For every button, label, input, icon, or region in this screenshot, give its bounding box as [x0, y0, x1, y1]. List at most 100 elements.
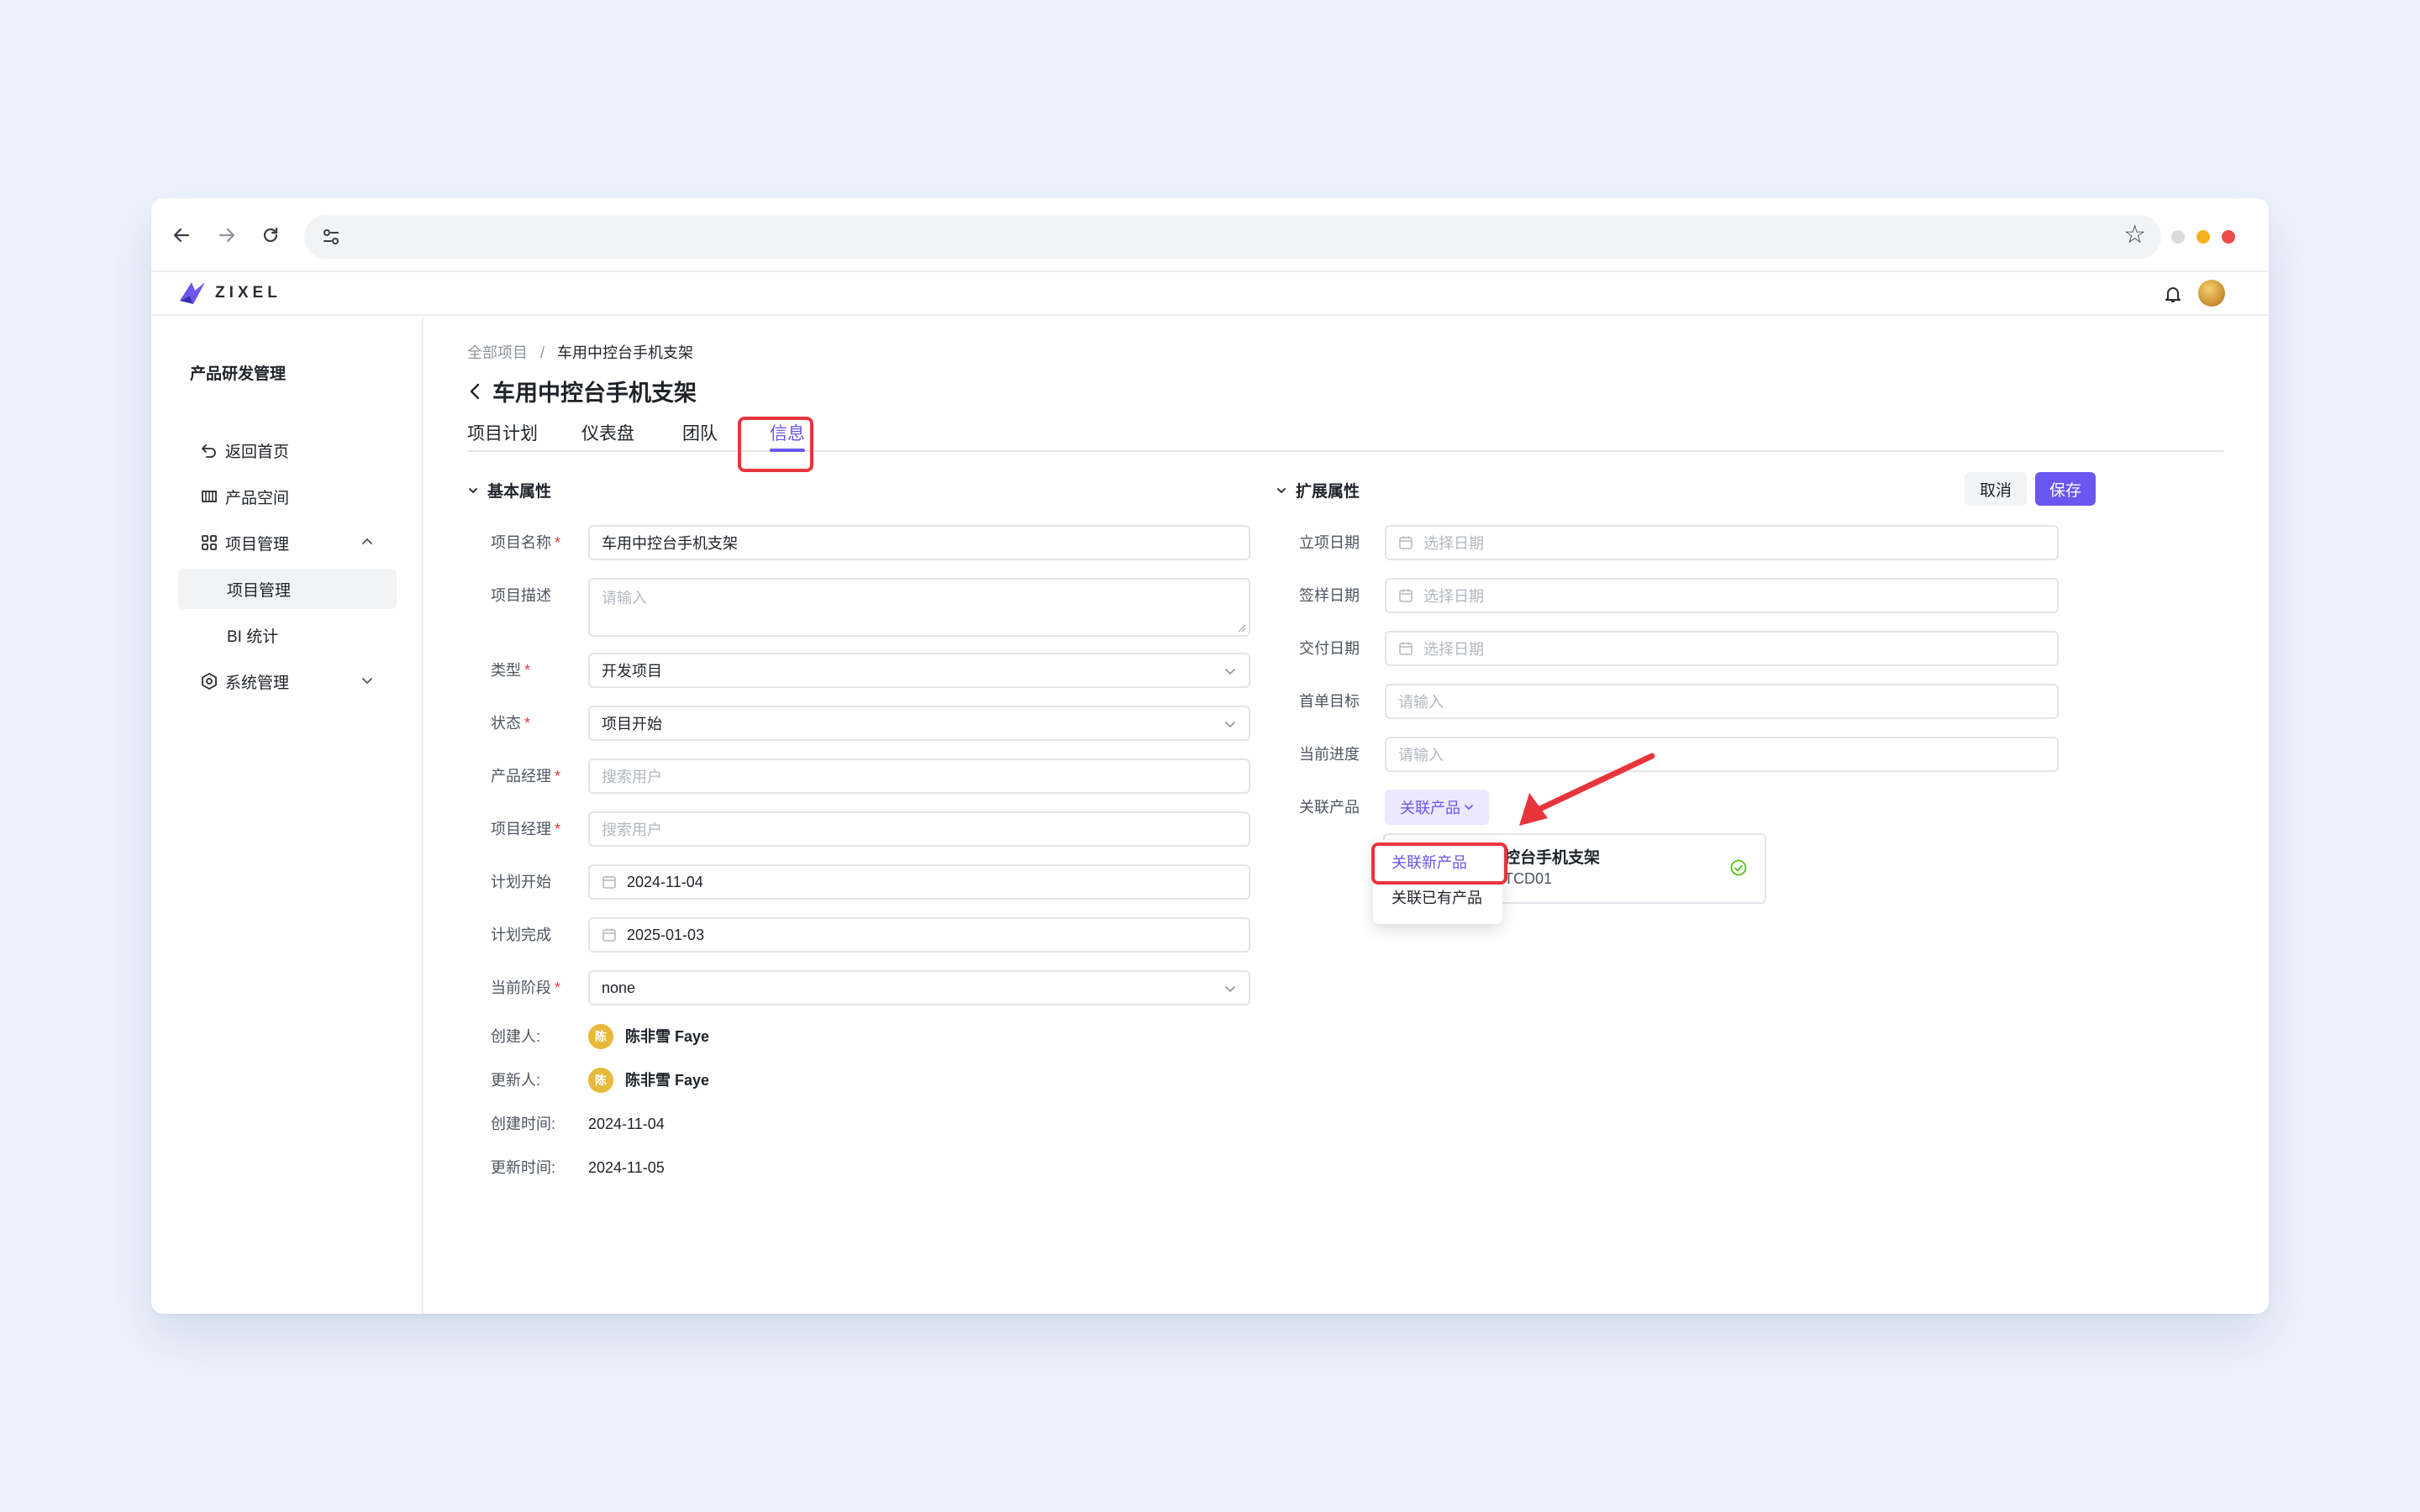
- calendar-icon: [602, 875, 616, 889]
- first-target-label: 首单目标: [1299, 693, 1360, 710]
- browser-window: ☆ ZIXEL 产品研发管理 返回首页 产品空间 项目管理 项目管理 BI 统计…: [151, 198, 2269, 1314]
- sidebar-item-label: 产品空间: [225, 489, 290, 507]
- setup-date-input[interactable]: 选择日期: [1385, 525, 2059, 560]
- window-dot-maximize[interactable]: [2196, 230, 2210, 244]
- chevron-down-icon: [1225, 669, 1235, 675]
- sign-date-input[interactable]: 选择日期: [1385, 578, 2059, 613]
- calendar-icon: [1399, 589, 1413, 602]
- window-dot-close[interactable]: [2222, 230, 2235, 244]
- plan-end-date-input[interactable]: 2025-01-03: [588, 917, 1250, 953]
- sidebar-item-label: BI 统计: [227, 627, 279, 646]
- bookmark-star-icon[interactable]: ☆: [2123, 220, 2146, 249]
- label-text: 计划开始: [491, 874, 551, 890]
- product-space-icon: [202, 491, 217, 502]
- current-progress-input[interactable]: 请输入: [1385, 737, 2059, 772]
- grid-icon: [202, 535, 217, 550]
- arrow-right-icon: [218, 228, 235, 243]
- plan-start-date-input[interactable]: 2024-11-04: [588, 864, 1250, 900]
- input-placeholder: 搜索用户: [602, 769, 662, 785]
- tab-dashboard[interactable]: 仪表盘: [581, 420, 634, 445]
- deliver-date-label: 交付日期: [1299, 640, 1360, 657]
- address-bar[interactable]: ☆: [304, 215, 2161, 259]
- creator-label: 创建人:: [491, 1028, 541, 1045]
- app-header: ZIXEL: [151, 272, 2269, 316]
- sidebar-item-label: 系统管理: [225, 674, 290, 692]
- tab-team[interactable]: 团队: [682, 420, 718, 445]
- input-placeholder: 选择日期: [1423, 588, 1484, 605]
- chevron-down-icon: [1465, 805, 1473, 811]
- sidebar-title: 产品研发管理: [190, 365, 287, 383]
- sidebar: 产品研发管理 返回首页 产品空间 项目管理 项目管理 BI 统计 系统管理: [151, 318, 424, 1314]
- project-manager-input[interactable]: 搜索用户: [588, 811, 1250, 847]
- basic-section-header[interactable]: 基本属性: [467, 479, 551, 501]
- product-manager-input[interactable]: 搜索用户: [588, 759, 1250, 794]
- breadcrumb-root[interactable]: 全部项目: [467, 344, 528, 361]
- app-logo[interactable]: ZIXEL: [176, 279, 281, 307]
- bell-icon[interactable]: [2161, 282, 2185, 306]
- window-dot-minimize[interactable]: [2171, 230, 2185, 244]
- first-target-input[interactable]: 请输入: [1385, 684, 2059, 719]
- project-desc-label: 项目描述: [491, 578, 551, 613]
- plan-start-label: 计划开始: [491, 864, 551, 900]
- calendar-icon: [1399, 536, 1413, 549]
- required-mark: *: [524, 715, 531, 732]
- related-product-button-label: 关联产品: [1400, 800, 1460, 816]
- arrow-left-icon: [173, 228, 190, 243]
- back-button[interactable]: [163, 217, 200, 254]
- deliver-date-input[interactable]: 选择日期: [1385, 631, 2059, 666]
- updater-value: 陈 陈非雪 Faye: [588, 1063, 709, 1098]
- site-settings-icon[interactable]: [318, 223, 345, 250]
- cancel-button[interactable]: 取消: [1965, 472, 2027, 506]
- sidebar-item-home[interactable]: 返回首页: [178, 430, 397, 470]
- extended-section-title: 扩展属性: [1296, 483, 1360, 501]
- user-avatar[interactable]: [2198, 280, 2225, 307]
- browser-toolbar: ☆: [151, 198, 2269, 272]
- type-label: 类型 *: [491, 653, 530, 688]
- chevron-down-icon: [1277, 487, 1286, 493]
- required-mark: *: [524, 662, 531, 679]
- chevron-up-icon: [362, 538, 372, 544]
- settings-icon: [202, 673, 217, 690]
- type-select[interactable]: 开发项目: [588, 653, 1250, 688]
- sidebar-subitem-project-mgmt[interactable]: 项目管理: [178, 569, 397, 609]
- tab-project-plan[interactable]: 项目计划: [467, 420, 538, 445]
- extended-section-header[interactable]: 扩展属性: [1276, 479, 1360, 501]
- input-value: 2024-11-04: [627, 873, 703, 890]
- required-mark: *: [555, 534, 561, 551]
- back-chevron-icon[interactable]: [467, 381, 484, 402]
- select-value: none: [602, 979, 636, 996]
- menu-item-link-existing-product[interactable]: 关联已有产品: [1373, 880, 1502, 916]
- updated-time-label: 更新时间:: [491, 1159, 556, 1176]
- sidebar-item-project-mgmt[interactable]: 项目管理: [178, 522, 397, 563]
- creator-value: 陈 陈非雪 Faye: [588, 1019, 709, 1054]
- label-text: 类型: [491, 662, 521, 679]
- reload-button[interactable]: [252, 217, 289, 254]
- project-name-input[interactable]: 车用中控台手机支架: [588, 525, 1250, 560]
- label-text: 产品经理: [491, 768, 551, 785]
- avatar: 陈: [588, 1068, 613, 1093]
- basic-section-title: 基本属性: [487, 483, 552, 501]
- sidebar-item-label: 项目管理: [225, 535, 290, 554]
- select-value: 项目开始: [602, 716, 662, 732]
- resize-grip-icon[interactable]: [1236, 622, 1246, 633]
- menu-highlight-box: [1371, 843, 1507, 885]
- zixel-logo-icon: [180, 282, 205, 304]
- select-value: 开发项目: [602, 663, 662, 680]
- updater-label: 更新人:: [491, 1072, 541, 1089]
- status-label: 状态 *: [491, 706, 530, 741]
- status-select[interactable]: 项目开始: [588, 706, 1250, 741]
- sidebar-item-system-mgmt[interactable]: 系统管理: [178, 661, 397, 701]
- forward-button[interactable]: [208, 217, 245, 254]
- sidebar-subitem-bi-stats[interactable]: BI 统计: [178, 615, 397, 655]
- sidebar-item-product-space[interactable]: 产品空间: [178, 476, 397, 517]
- calendar-icon: [602, 928, 616, 942]
- breadcrumb-separator: /: [540, 344, 545, 361]
- project-desc-textarea[interactable]: 请输入: [588, 578, 1250, 637]
- related-product-button[interactable]: 关联产品: [1385, 790, 1489, 825]
- created-time-value: 2024-11-04: [588, 1116, 665, 1132]
- setup-date-label: 立项日期: [1299, 534, 1360, 551]
- label-text: 项目经理: [491, 821, 551, 837]
- current-stage-select[interactable]: none: [588, 970, 1250, 1005]
- save-button[interactable]: 保存: [2035, 472, 2096, 506]
- product-manager-label: 产品经理 *: [491, 759, 560, 794]
